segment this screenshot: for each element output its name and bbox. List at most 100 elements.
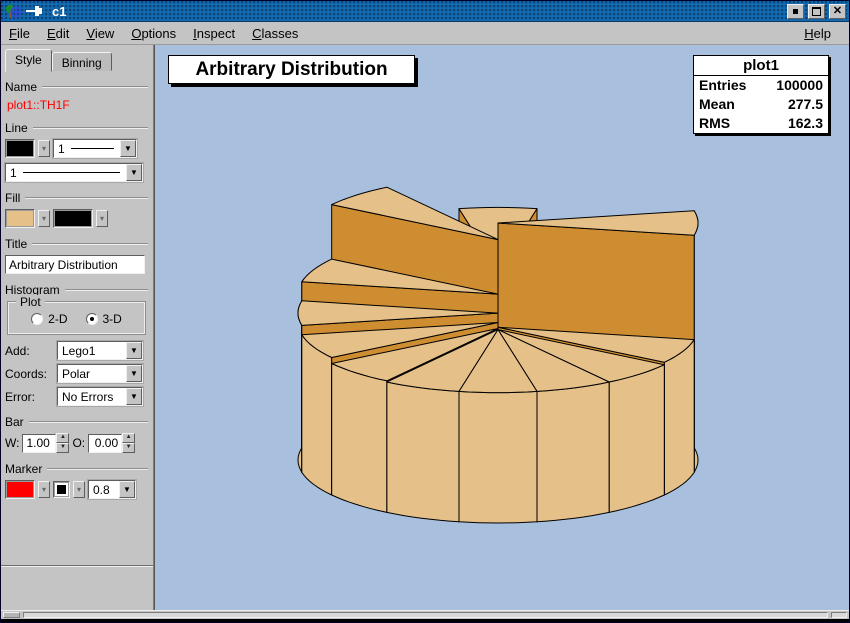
object-name: plot1::TH1F	[7, 98, 148, 112]
spin-down-icon[interactable]: ▼	[122, 443, 135, 453]
menu-item-file[interactable]: File	[9, 24, 39, 43]
line-style-combo[interactable]: 1 ▼	[5, 163, 143, 182]
bar-width-input[interactable]	[22, 434, 56, 453]
tab-style[interactable]: Style	[5, 49, 52, 72]
lego-face	[694, 211, 698, 473]
coords-dropdown-button[interactable]: ▼	[126, 365, 142, 382]
line-color-dropdown-button[interactable]: ▾	[38, 140, 50, 157]
radio-option-3d[interactable]: 3-D	[86, 312, 122, 326]
minimize-button[interactable]	[787, 4, 804, 19]
close-button[interactable]: ✕	[829, 4, 846, 19]
line-style-dropdown-button[interactable]: ▼	[126, 164, 142, 181]
status-field	[23, 612, 828, 618]
lego-face	[387, 382, 459, 522]
chevron-down-icon: ▾	[42, 214, 46, 223]
stat-row: Entries100000	[694, 76, 828, 95]
chevron-down-icon: ▼	[130, 168, 138, 177]
close-icon: ✕	[833, 6, 842, 17]
menu-bar-items: File Edit View Options Inspect Classes	[9, 24, 315, 43]
lego-face	[537, 382, 609, 522]
radio-3d[interactable]	[86, 313, 98, 325]
line-width-combo[interactable]: 1 ▼	[53, 139, 137, 158]
marker-row: ▾ ▾ 0.8 ▼	[5, 480, 148, 499]
bar-width-spinner: ▲▼	[22, 433, 69, 453]
add-label: Add:	[5, 344, 57, 358]
lego-face	[459, 391, 537, 523]
maximize-icon	[812, 7, 821, 16]
coords-combo[interactable]: Polar ▼	[57, 364, 143, 383]
marker-style-swatch[interactable]	[53, 481, 70, 498]
main-content: Style Binning Name plot1::TH1F Line ▾ 1 …	[1, 45, 849, 610]
line-color-row: ▾ 1 ▼	[5, 139, 148, 158]
line-color-swatch[interactable]	[5, 139, 35, 158]
divider	[29, 421, 148, 423]
chevron-down-icon: ▼	[130, 392, 138, 401]
divider	[32, 243, 148, 245]
spin-up-icon[interactable]: ▲	[56, 433, 69, 443]
coords-label: Coords:	[5, 367, 57, 381]
stats-rows: Entries100000Mean277.5RMS162.3	[694, 76, 828, 133]
status-corner	[831, 612, 847, 618]
marker-color-swatch[interactable]	[5, 480, 35, 499]
add-combo[interactable]: Lego1 ▼	[57, 341, 143, 360]
marker-style-dropdown-button[interactable]: ▾	[73, 481, 85, 498]
maximize-button[interactable]	[808, 4, 825, 19]
divider	[33, 127, 148, 129]
canvas-area[interactable]: Arbitrary Distribution plot1 Entries1000…	[154, 45, 849, 610]
spin-down-icon[interactable]: ▼	[56, 443, 69, 453]
fill-section-header: Fill	[5, 191, 148, 205]
error-label: Error:	[5, 390, 57, 404]
radio-2d[interactable]	[31, 313, 43, 325]
radio-option-2d[interactable]: 2-D	[31, 312, 67, 326]
stat-label: RMS	[699, 114, 730, 133]
menu-item-edit[interactable]: Edit	[47, 24, 78, 43]
fill-section-label: Fill	[5, 191, 20, 205]
stats-box[interactable]: plot1 Entries100000Mean277.5RMS162.3	[693, 55, 829, 134]
menu-item-view[interactable]: View	[86, 24, 123, 43]
marker-size-combo[interactable]: 0.8 ▼	[88, 480, 136, 499]
error-dropdown-button[interactable]: ▼	[126, 388, 142, 405]
menu-item-options[interactable]: Options	[131, 24, 185, 43]
coords-value: Polar	[62, 367, 124, 381]
add-value: Lego1	[62, 344, 124, 358]
root-canvas-window: c1 ✕ File Edit View Options Inspect Classes H…	[0, 0, 850, 623]
chevron-down-icon: ▾	[42, 144, 46, 153]
error-combo[interactable]: No Errors ▼	[57, 387, 143, 406]
title-section-header: Title	[5, 237, 148, 251]
divider	[65, 289, 148, 291]
lego-face	[332, 364, 387, 513]
menu-item-classes[interactable]: Classes	[252, 24, 307, 43]
error-value: No Errors	[62, 390, 124, 404]
plot-title-box[interactable]: Arbitrary Distribution	[168, 55, 415, 84]
menu-item-help[interactable]: Help	[802, 24, 833, 43]
bar-row: W: ▲▼ O: ▲▼	[5, 433, 148, 453]
stat-value: 100000	[776, 76, 823, 95]
line-width-dropdown-button[interactable]: ▼	[120, 140, 136, 157]
plot-radio-row: 2-D 3-D	[14, 312, 139, 326]
stat-value: 162.3	[788, 114, 823, 133]
chevron-down-icon: ▾	[77, 485, 81, 494]
bar-offset-spinner: ▲▼	[88, 433, 135, 453]
marker-size-dropdown-button[interactable]: ▼	[119, 481, 135, 498]
bar-offset-input[interactable]	[88, 434, 122, 453]
chevron-down-icon: ▼	[130, 346, 138, 355]
stat-label: Mean	[699, 95, 735, 114]
fill-color-dropdown-button[interactable]: ▾	[38, 210, 50, 227]
line-section-label: Line	[5, 121, 28, 135]
divider	[42, 86, 148, 88]
title-input[interactable]	[5, 255, 145, 274]
title-bar[interactable]: c1 ✕	[1, 1, 849, 22]
spin-up-icon[interactable]: ▲	[122, 433, 135, 443]
fill-pattern-dropdown-button[interactable]: ▾	[96, 210, 108, 227]
add-dropdown-button[interactable]: ▼	[126, 342, 142, 359]
minimize-icon	[793, 9, 798, 14]
status-grip[interactable]	[3, 612, 20, 618]
fill-pattern-swatch[interactable]	[53, 209, 93, 228]
lego-face	[298, 301, 302, 473]
menu-item-inspect[interactable]: Inspect	[193, 24, 244, 43]
tab-binning[interactable]: Binning	[52, 52, 112, 71]
window-bottom-edge	[1, 619, 849, 622]
marker-color-dropdown-button[interactable]: ▾	[38, 481, 50, 498]
fill-color-swatch[interactable]	[5, 209, 35, 228]
pin-icon[interactable]	[26, 5, 46, 17]
